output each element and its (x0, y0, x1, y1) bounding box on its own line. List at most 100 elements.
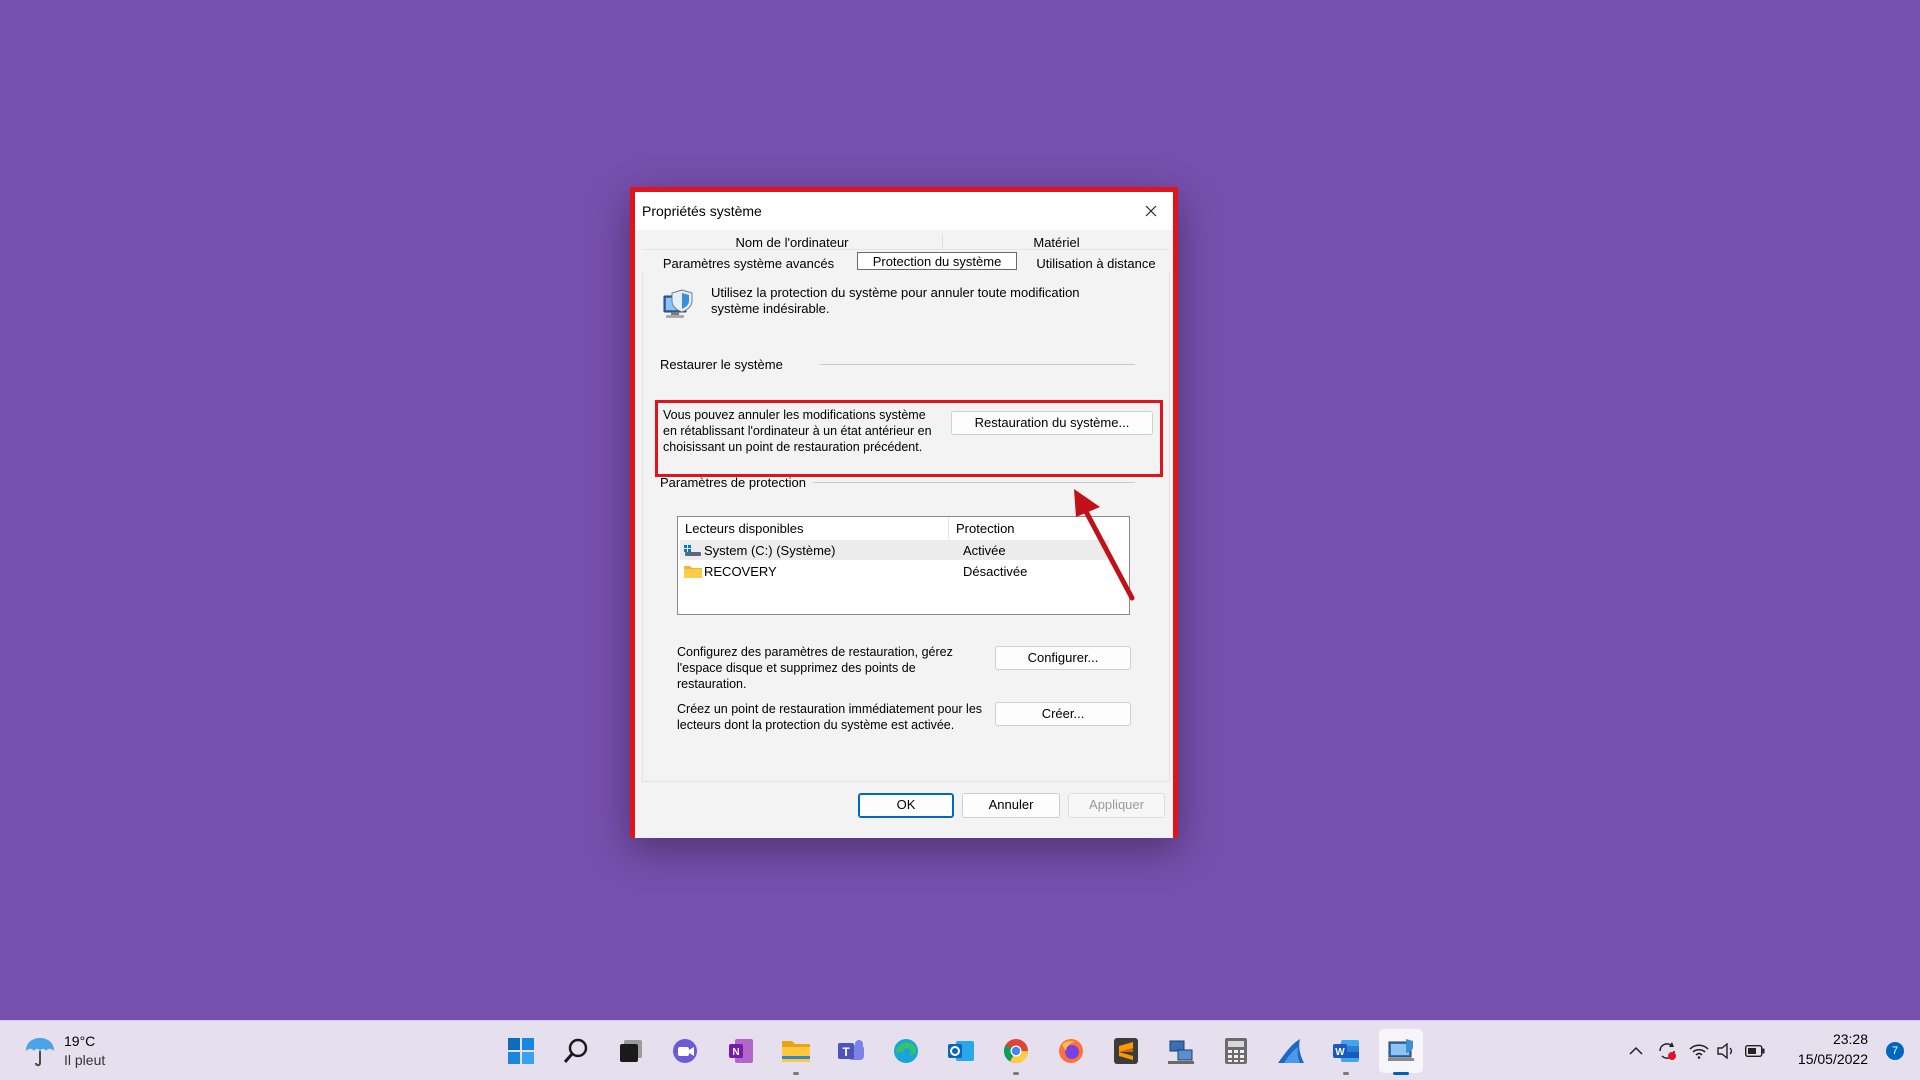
close-icon (1145, 205, 1157, 217)
outlook-icon (948, 1041, 974, 1061)
edge-icon (894, 1039, 918, 1063)
system-protection-panel: Utilisez la protection du système pour a… (642, 272, 1170, 782)
file-explorer-button[interactable] (774, 1029, 818, 1075)
weather-condition: Il pleut (64, 1052, 106, 1068)
dialog-titlebar[interactable]: Propriétés système (635, 192, 1173, 230)
system-properties-dialog-highlight: Propriétés système Nom de l'ordinateur M… (630, 187, 1178, 838)
tab-remote[interactable]: Utilisation à distance (1022, 253, 1170, 272)
drive-protection: Désactivée (963, 564, 1028, 579)
firefox-icon (1059, 1039, 1083, 1063)
tab-system-protection[interactable]: Protection du système (857, 252, 1017, 270)
list-item[interactable]: System (C:) (Système) Activée (680, 540, 1109, 560)
list-item[interactable]: RECOVERY Désactivée (680, 561, 1109, 581)
tab-hardware[interactable]: Matériel (943, 232, 1170, 250)
cancel-button[interactable]: Annuler (962, 793, 1060, 818)
configure-button[interactable]: Configurer... (995, 646, 1131, 670)
outlook-button[interactable] (939, 1029, 983, 1073)
restore-group-heading: Restaurer le système (660, 357, 783, 372)
running-indicator (1343, 1072, 1349, 1075)
word-button[interactable]: W (1324, 1029, 1368, 1075)
protection-group-heading: Paramètres de protection (660, 475, 806, 490)
tab-strip: Nom de l'ordinateur Matériel Paramètres … (642, 232, 1170, 272)
folder-icon (684, 566, 702, 578)
clock-date: 15/05/2022 (1797, 1051, 1868, 1067)
dialog-footer: OK Annuler Appliquer (635, 782, 1173, 838)
chrome-icon (1003, 1039, 1028, 1064)
teams-button[interactable]: T (829, 1029, 873, 1073)
edge-button[interactable] (884, 1029, 928, 1073)
drive-name: System (C:) (Système) (704, 543, 836, 558)
tab-computer-name[interactable]: Nom de l'ordinateur (642, 232, 942, 250)
calculator-button[interactable] (1214, 1029, 1258, 1073)
word-icon: W (1333, 1040, 1359, 1062)
taskbar: 19°C Il pleut N T W 23:28 15/05/2022 7 (0, 1020, 1920, 1080)
drive-name: RECOVERY (704, 564, 777, 579)
drive-icon (684, 545, 701, 556)
clock[interactable]: 23:28 15/05/2022 (1798, 1029, 1868, 1069)
network-icon (1168, 1040, 1194, 1064)
firefox-button[interactable] (1049, 1029, 1093, 1073)
chat-icon (673, 1039, 697, 1063)
apply-button[interactable]: Appliquer (1068, 793, 1165, 818)
running-indicator (1013, 1072, 1019, 1075)
umbrella-icon (26, 1038, 54, 1067)
system-properties-button[interactable] (1379, 1029, 1423, 1075)
battery-icon (1745, 1045, 1765, 1057)
system-protection-icon (663, 289, 693, 318)
onenote-button[interactable]: N (719, 1029, 763, 1073)
column-divider (948, 517, 949, 539)
create-button[interactable]: Créer... (995, 702, 1131, 726)
svg-text:N: N (732, 1047, 739, 1058)
sync-icon (1659, 1042, 1676, 1060)
drives-list[interactable]: Lecteurs disponibles Protection System (… (677, 516, 1130, 615)
volume-button[interactable] (1714, 1033, 1738, 1069)
ok-button[interactable]: OK (858, 793, 954, 818)
search-button[interactable] (554, 1029, 598, 1073)
close-button[interactable] (1129, 192, 1173, 230)
shark-fin-icon (1278, 1039, 1304, 1063)
weather-temperature: 19°C (64, 1033, 96, 1049)
chevron-up-icon (1629, 1046, 1643, 1055)
folder-icon (782, 1041, 810, 1062)
sublime-text-icon (1114, 1038, 1138, 1064)
shark-app-button[interactable] (1269, 1029, 1313, 1073)
column-header-drives[interactable]: Lecteurs disponibles (685, 521, 804, 536)
speaker-icon (1717, 1043, 1733, 1059)
dialog-title: Propriétés système (642, 203, 762, 219)
start-button[interactable] (499, 1029, 543, 1073)
svg-text:T: T (842, 1045, 850, 1059)
clock-time: 23:28 (1832, 1031, 1868, 1047)
windows-logo-icon (508, 1038, 534, 1064)
task-view-icon (620, 1040, 642, 1062)
teams-icon: T (838, 1040, 864, 1060)
weather-widget[interactable]: 19°C Il pleut (24, 1031, 144, 1071)
drive-protection: Activée (963, 543, 1006, 558)
create-description: Créez un point de restauration immédiate… (677, 702, 983, 732)
system-properties-dialog: Propriétés système Nom de l'ordinateur M… (635, 192, 1173, 838)
svg-text:W: W (1335, 1047, 1345, 1058)
sublime-text-button[interactable] (1104, 1029, 1148, 1073)
wifi-button[interactable] (1686, 1033, 1712, 1069)
system-properties-icon (1388, 1039, 1414, 1061)
chat-button[interactable] (664, 1029, 708, 1073)
show-hidden-icons-button[interactable] (1624, 1033, 1648, 1069)
chrome-button[interactable] (994, 1029, 1038, 1075)
search-icon (563, 1038, 588, 1063)
group-divider (820, 364, 1135, 365)
network-connections-button[interactable] (1159, 1029, 1203, 1073)
intro-text: Utilisez la protection du système pour a… (711, 285, 1080, 316)
tab-advanced[interactable]: Paramètres système avancés (646, 253, 851, 272)
configure-description: Configurez des paramètres de restauratio… (677, 645, 953, 691)
sync-status-button[interactable] (1654, 1033, 1680, 1069)
battery-button[interactable] (1742, 1033, 1768, 1069)
column-header-protection[interactable]: Protection (956, 521, 1015, 536)
onenote-icon: N (729, 1039, 753, 1063)
system-restore-button[interactable]: Restauration du système... (951, 411, 1153, 435)
wifi-icon (1689, 1044, 1709, 1059)
calculator-icon (1225, 1038, 1247, 1064)
group-divider (813, 482, 1135, 483)
restore-description: Vous pouvez annuler les modifications sy… (663, 408, 932, 454)
task-view-button[interactable] (609, 1029, 653, 1073)
running-indicator (793, 1072, 799, 1075)
notification-count-badge[interactable]: 7 (1886, 1042, 1904, 1060)
